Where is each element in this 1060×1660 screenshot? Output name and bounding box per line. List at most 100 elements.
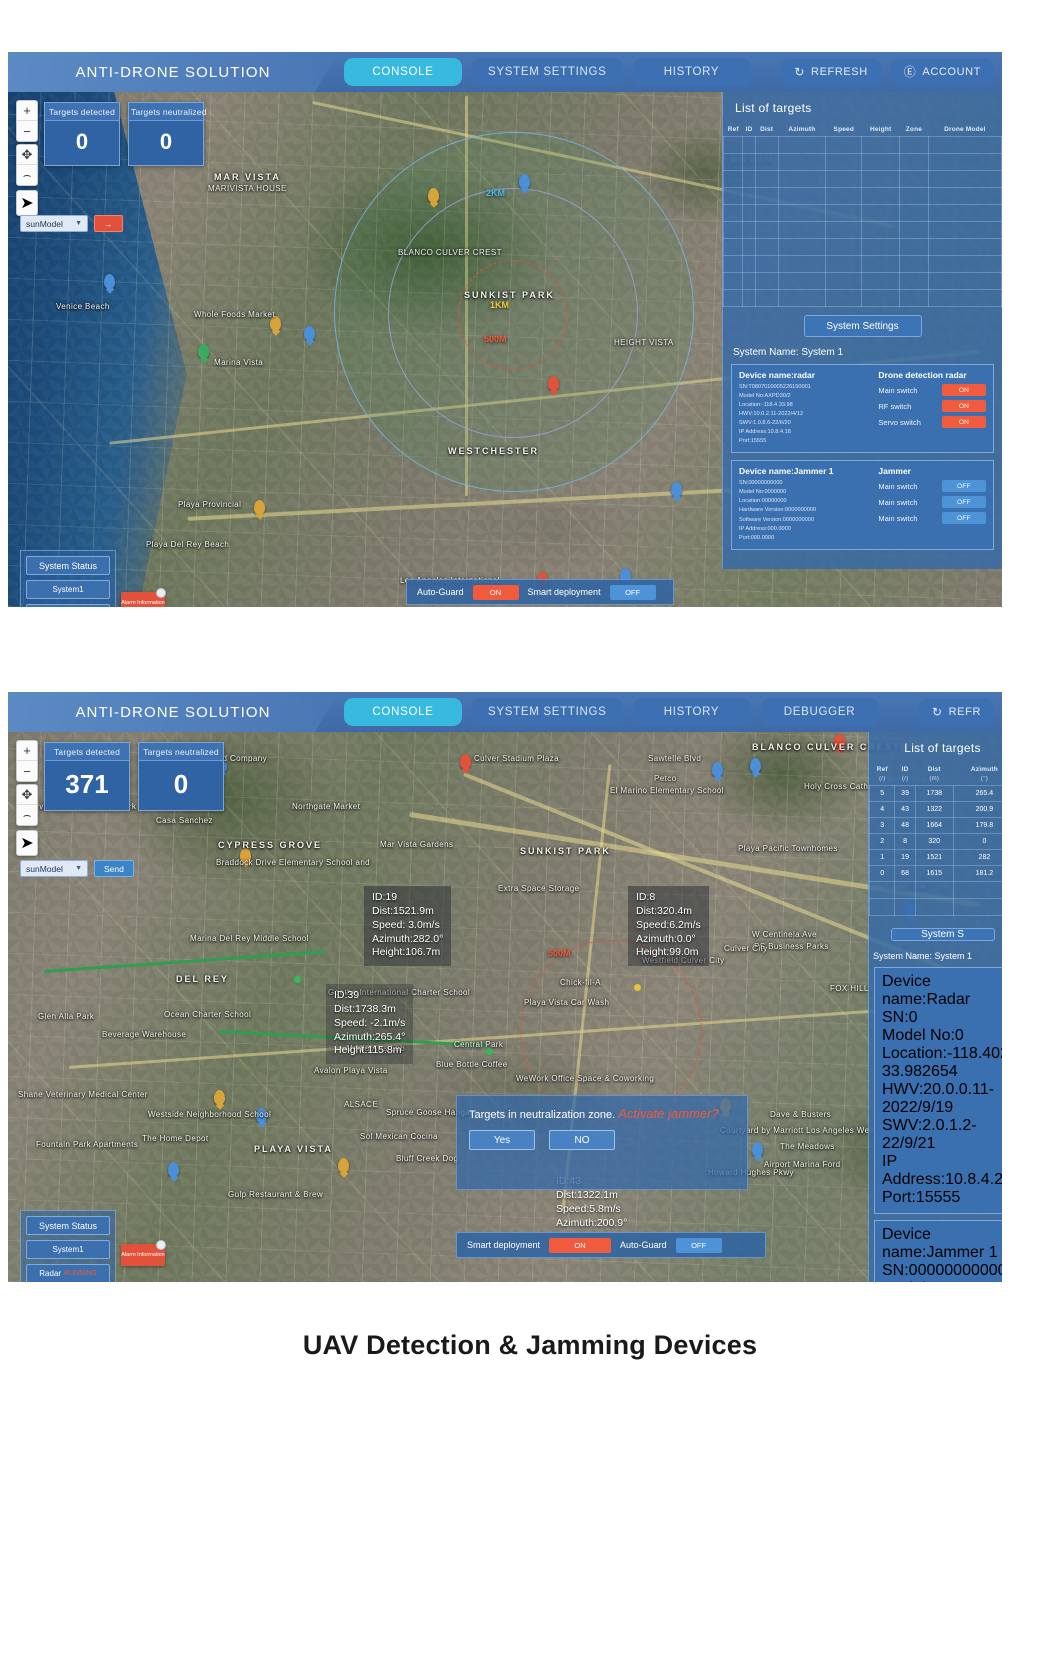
- smart-deployment-label: Smart deployment: [528, 587, 601, 597]
- tab-history-active[interactable]: HISTORY: [633, 698, 751, 726]
- jammer-port: Port:000.0000: [739, 534, 872, 543]
- tab-console[interactable]: CONSOLE: [344, 58, 462, 86]
- refresh-button[interactable]: ↻ REFRESH: [781, 59, 880, 85]
- table-row[interactable]: 0 68 1615 181.2: [870, 866, 1003, 882]
- table-row[interactable]: 2 8 320 0: [870, 834, 1003, 850]
- smart-deployment-toggle[interactable]: OFF: [610, 585, 656, 600]
- jammer-model: Model No:0000000: [739, 488, 872, 497]
- targets-neutralized-label: Targets neutralized: [129, 103, 203, 120]
- tooltip-8-speed: Speed:6.2m/s: [636, 919, 701, 933]
- jammer-no-button[interactable]: NO: [549, 1130, 615, 1150]
- tab-system-settings-active[interactable]: SYSTEM SETTINGS: [472, 698, 623, 726]
- pan-tool-icon[interactable]: ✥: [17, 145, 37, 165]
- col-azimuth: Azimuth: [778, 122, 826, 137]
- radar-port-active: Port:15555: [882, 1189, 1002, 1207]
- device-status-row[interactable]: radar RUNNING: [26, 604, 110, 607]
- system-status-row[interactable]: System1: [26, 580, 110, 599]
- tab-console-active[interactable]: CONSOLE: [344, 698, 462, 726]
- col-dist-unit: (m): [915, 773, 953, 782]
- compass-icon-active[interactable]: ➤: [16, 830, 38, 856]
- radar-main-switch[interactable]: ON: [942, 384, 986, 396]
- radar-main-switch-row: Main switch ON: [878, 384, 986, 396]
- targets-detected-label: Targets detected: [45, 103, 119, 120]
- table-row: [870, 899, 1003, 916]
- radar-rf-switch[interactable]: ON: [942, 400, 986, 412]
- map-zoom-controls-active: + −: [16, 740, 38, 782]
- col-ref-active: Ref (/): [870, 762, 895, 786]
- tooltip-39-dist: Dist:1738.3m: [334, 1003, 405, 1017]
- cell-ref: 1: [870, 850, 895, 866]
- cell-dist: 1738: [915, 786, 953, 802]
- targets-detected-value-active: 371: [45, 760, 129, 810]
- radar-swv: SWV:1.0.8.6-22/6/20: [739, 419, 872, 428]
- jammer-switch-row-1: Main switch OFF: [878, 480, 986, 492]
- refresh-button-active[interactable]: ↻ REFR: [919, 699, 994, 725]
- radar-port: Port:15555: [739, 437, 872, 446]
- chevron-down-icon: ▼: [75, 220, 82, 227]
- jammer-yes-button[interactable]: Yes: [469, 1130, 535, 1150]
- tooltip-39-height: Height:115.8m: [334, 1044, 405, 1058]
- system-status-title-active[interactable]: System Status: [26, 1216, 110, 1235]
- system-settings-button-active[interactable]: System S: [891, 928, 995, 941]
- system-status-row-active[interactable]: System1: [26, 1240, 110, 1259]
- send-button[interactable]: →: [94, 215, 123, 232]
- map-tool-controls-idle: ✥ ⌢: [16, 144, 38, 186]
- device-status-name-active: Radar: [39, 1269, 61, 1278]
- tooltip-19-dist: Dist:1521.9m: [372, 905, 443, 919]
- model-select[interactable]: sunModel ▼: [20, 215, 88, 232]
- auto-guard-label-active: Auto-Guard: [620, 1240, 667, 1250]
- zoom-out-button[interactable]: −: [17, 121, 37, 141]
- tooltip-8-dist: Dist:320.4m: [636, 905, 701, 919]
- auto-guard-toggle[interactable]: ON: [473, 585, 519, 600]
- right-panel-idle: List of targets Ref ID Dist Azimuth Spee…: [722, 92, 1002, 569]
- jammer-switch-3[interactable]: OFF: [942, 512, 986, 524]
- device-card-radar-active: Device name:Radar SN:0 Model No:0 Locati…: [874, 967, 1002, 1214]
- radar-location-active: Location:-118.402341 33.982654: [882, 1045, 1002, 1081]
- system-settings-button[interactable]: System Settings: [804, 315, 922, 337]
- radar-model: Model No:AXPD30/2: [739, 392, 872, 401]
- jammer-switch-2[interactable]: OFF: [942, 496, 986, 508]
- account-button[interactable]: Ⓔ ACCOUNT: [891, 59, 994, 85]
- drone-marker-1[interactable]: [294, 976, 301, 983]
- jammer-prompt-dialog: Targets in neutralization zone. Activate…: [456, 1095, 748, 1190]
- tab-system-settings[interactable]: SYSTEM SETTINGS: [472, 58, 623, 86]
- zoom-out-button-active[interactable]: −: [17, 761, 37, 781]
- table-row[interactable]: 5 39 1738 265.4: [870, 786, 1003, 802]
- col-dist: Dist: [755, 122, 778, 137]
- targets-detected-value: 0: [45, 120, 119, 165]
- radar-ip: IP Address:10.8.4.18: [739, 428, 872, 437]
- zoom-in-button[interactable]: +: [17, 101, 37, 121]
- col-azimuth-active: Azimuth (°): [953, 762, 1002, 786]
- zoom-in-button-active[interactable]: +: [17, 741, 37, 761]
- table-row: [870, 882, 1003, 899]
- jammer-switch-row-3: Main switch OFF: [878, 512, 986, 524]
- auto-guard-toggle-active[interactable]: OFF: [676, 1238, 722, 1253]
- drone-marker-2[interactable]: [486, 1048, 493, 1055]
- system-status-title[interactable]: System Status: [26, 556, 110, 575]
- measure-tool-icon-active[interactable]: ⌢: [17, 805, 37, 825]
- device-status-row-active[interactable]: Radar RUNNING: [26, 1264, 110, 1282]
- send-button-active[interactable]: Send: [94, 860, 134, 877]
- table-row: [724, 290, 1002, 307]
- ring-label-2km: 2KM: [486, 188, 505, 198]
- radar-servo-switch[interactable]: ON: [942, 416, 986, 428]
- targets-neutralized-label-active: Targets neutralized: [139, 743, 223, 760]
- header-actions-active: ↻ REFR: [919, 699, 1002, 725]
- pan-tool-icon-active[interactable]: ✥: [17, 785, 37, 805]
- compass-icon[interactable]: ➤: [16, 190, 38, 216]
- tooltip-43-dist: Dist:1322.1m: [556, 1189, 627, 1203]
- col-drone-model: Drone Model: [928, 122, 1001, 137]
- device-card-jammer-active: Device name:Jammer 1 SN:000000000000 Mod…: [874, 1220, 1002, 1282]
- smart-deployment-toggle-active[interactable]: ON: [549, 1238, 611, 1253]
- jammer-switch-1[interactable]: OFF: [942, 480, 986, 492]
- tab-debugger[interactable]: DEBUGGER: [761, 698, 879, 726]
- measure-tool-icon[interactable]: ⌢: [17, 165, 37, 185]
- model-select-active[interactable]: sunModel ▼: [20, 860, 88, 877]
- tab-history[interactable]: HISTORY: [633, 58, 751, 86]
- table-row[interactable]: 3 48 1664 179.8: [870, 818, 1003, 834]
- targets-neutralized-card-active: Targets neutralized 0: [138, 742, 224, 811]
- action-bar-active: Smart deployment ON Auto-Guard OFF: [456, 1232, 766, 1258]
- tooltip-8-height: Height:99.0m: [636, 946, 701, 960]
- table-row[interactable]: 1 19 1521 282: [870, 850, 1003, 866]
- table-row[interactable]: 4 43 1322 200.9: [870, 802, 1003, 818]
